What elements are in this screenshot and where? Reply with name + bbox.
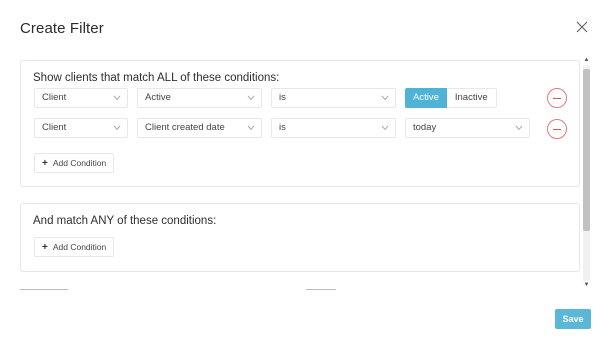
operator-select-value: is: [279, 92, 286, 103]
modal-title: Create Filter: [20, 20, 104, 37]
remove-condition-button[interactable]: [547, 88, 567, 108]
toggle-option-inactive[interactable]: Inactive: [446, 88, 497, 108]
value-select-value: today: [413, 122, 437, 133]
scroll-down-arrow-icon[interactable]: ▼: [583, 282, 590, 289]
chevron-down-icon: [113, 95, 121, 101]
active-toggle: Active Inactive: [405, 88, 497, 108]
value-select[interactable]: today: [405, 118, 530, 138]
toggle-option-active[interactable]: Active: [405, 88, 447, 108]
plus-icon: +: [42, 242, 48, 253]
add-condition-button[interactable]: + Add Condition: [34, 153, 115, 173]
operator-select-value: is: [279, 122, 286, 133]
field-select[interactable]: Client created date: [137, 118, 262, 138]
remove-condition-button[interactable]: [547, 119, 567, 139]
close-icon[interactable]: [576, 21, 590, 35]
chevron-down-icon: [247, 95, 255, 101]
entity-select[interactable]: Client: [34, 118, 128, 138]
chevron-down-icon: [113, 125, 121, 131]
plus-icon: +: [42, 158, 48, 169]
field-select-value: Client created date: [145, 122, 225, 133]
conditions-scroll-area[interactable]: Show clients that match ALL of these con…: [10, 57, 590, 290]
chevron-down-icon: [515, 125, 523, 131]
minus-icon: [553, 98, 561, 99]
chevron-down-icon: [381, 95, 389, 101]
entity-select-value: Client: [42, 122, 67, 133]
match-all-panel: Show clients that match ALL of these con…: [20, 60, 580, 187]
operator-select[interactable]: is: [271, 88, 396, 108]
match-any-heading: And match ANY of these conditions:: [33, 215, 217, 227]
partial-field-label: [20, 286, 80, 290]
operator-select[interactable]: is: [271, 118, 396, 138]
save-button[interactable]: Save: [555, 309, 591, 329]
match-any-panel: And match ANY of these conditions: + Add …: [20, 203, 580, 272]
field-select[interactable]: Active: [137, 88, 262, 108]
match-all-heading: Show clients that match ALL of these con…: [33, 72, 280, 84]
chevron-down-icon: [247, 125, 255, 131]
add-condition-button[interactable]: + Add Condition: [34, 237, 115, 257]
add-condition-label: Add Condition: [52, 158, 107, 168]
add-condition-label: Add Condition: [52, 242, 107, 252]
partial-field-label: [306, 286, 346, 290]
scrollbar-thumb[interactable]: [583, 69, 590, 231]
field-select-value: Active: [145, 92, 171, 103]
scrollbar[interactable]: ▲ ▼: [581, 57, 591, 290]
chevron-down-icon: [381, 125, 389, 131]
minus-icon: [553, 129, 561, 130]
entity-select[interactable]: Client: [34, 88, 128, 108]
scroll-up-arrow-icon[interactable]: ▲: [583, 57, 590, 64]
entity-select-value: Client: [42, 92, 67, 103]
